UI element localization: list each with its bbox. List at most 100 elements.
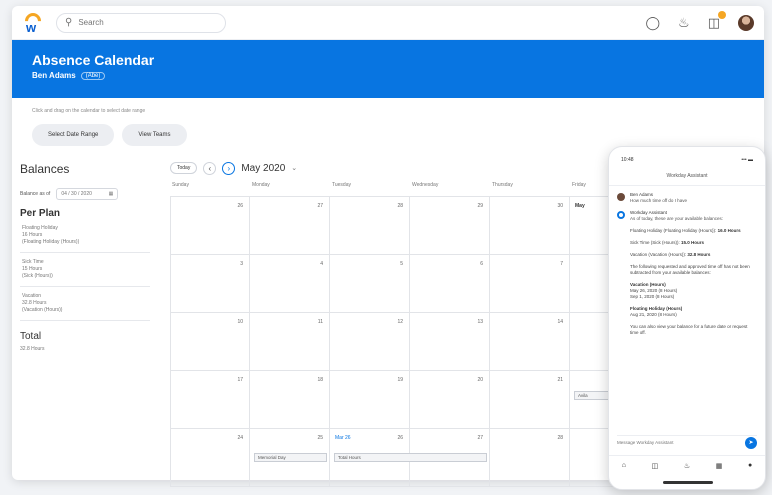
day-number: 14 (557, 319, 563, 325)
day-number: 26 (237, 203, 243, 209)
day-cell[interactable]: 14 (490, 313, 570, 371)
page-title: Absence Calendar (32, 52, 155, 68)
signal-icon: ••• ▬ (741, 157, 753, 163)
balance-line-text: Vacation (Vacation (Hours)): (630, 252, 687, 257)
bell-icon[interactable]: ♨ (684, 462, 690, 470)
plan-sick: Sick Time 15 Hours (Sick (Hours)) (20, 253, 150, 287)
balance-date-value: 04 / 30 / 2020 (61, 191, 92, 197)
bell-icon[interactable]: ♨ (678, 15, 690, 31)
home-icon[interactable]: ⌂ (622, 462, 626, 469)
day-number: 4 (320, 261, 323, 267)
closing-text: You can also view your balance for a fut… (630, 324, 748, 335)
day-cell[interactable]: 24 (170, 429, 250, 487)
search-icon: ⚲ (65, 17, 73, 28)
day-cell[interactable]: 26 (170, 197, 250, 255)
day-number: 7 (560, 261, 563, 267)
month-label: May 2020 (241, 162, 286, 174)
chevron-down-icon[interactable]: ⌄ (291, 164, 297, 172)
plan-floating: Floating Holiday 16 Hours (Floating Holi… (20, 219, 150, 253)
day-cell[interactable]: 6 (410, 255, 490, 313)
plan-type: (Vacation (Hours)) (22, 307, 63, 313)
balances-panel: Balances Balance as of 04 / 30 / 2020 ▦ … (20, 162, 150, 352)
message-text: As of today, these are your available ba… (630, 216, 723, 221)
day-cell[interactable]: 19 (330, 371, 410, 429)
day-cell[interactable]: 11 (250, 313, 330, 371)
day-number: 27 (317, 203, 323, 209)
day-number: 10 (237, 319, 243, 325)
send-icon[interactable]: ➤ (745, 436, 757, 449)
request-title: Floating Holiday (Hours) (630, 306, 683, 311)
day-cell[interactable]: 28 (330, 197, 410, 255)
day-cell[interactable]: 27 (410, 429, 490, 487)
dow-label: Wednesday (412, 182, 439, 188)
phone-status-bar: 10:48 ••• ▬ (609, 153, 765, 167)
message-input[interactable] (617, 440, 745, 445)
days-of-week: Sunday Monday Tuesday Wednesday Thursday… (170, 182, 610, 196)
apps-icon[interactable]: ▦ (716, 462, 723, 470)
balance-line-text: Sick Time (Sick (Hours)): (630, 240, 680, 245)
next-month-icon[interactable]: › (222, 161, 236, 175)
dow-label: Thursday (492, 182, 513, 188)
day-number: 12 (397, 319, 403, 325)
worker-name[interactable]: Ben Adams (32, 71, 76, 80)
day-number: May (575, 203, 585, 209)
day-cell[interactable]: 20 (410, 371, 490, 429)
message-input-bar: ➤ (617, 435, 757, 449)
day-number: 13 (477, 319, 483, 325)
notification-badge (718, 10, 726, 19)
day-cell[interactable]: 7 (490, 255, 570, 313)
day-cell[interactable]: 30 (490, 197, 570, 255)
day-cell[interactable]: 27 (250, 197, 330, 255)
user-message: Ben Adams How much time off do I have (609, 186, 765, 204)
request-group: Floating Holiday (Hours) Aug 21, 2020 (8… (609, 300, 765, 318)
logo-icon[interactable]: w (21, 9, 45, 35)
day-cell[interactable]: 4 (250, 255, 330, 313)
memorial-day-event[interactable]: Memorial Day (254, 453, 327, 462)
day-number: 27 (477, 435, 483, 441)
chat-icon[interactable]: ◯ (645, 15, 660, 31)
bot-message: Workday Assistant As of today, these are… (609, 204, 765, 222)
day-cell[interactable]: 12 (330, 313, 410, 371)
day-cell[interactable]: Mar 26 26 Total Hours (330, 429, 487, 487)
avatar[interactable] (738, 14, 754, 31)
day-cell[interactable]: 3 (170, 255, 250, 313)
calendar-icon[interactable]: ▦ (109, 191, 114, 197)
mobile-assistant-phone: 10:48 ••• ▬ Workday Assistant Ben Adams … (608, 146, 766, 490)
day-cell[interactable]: 13 (410, 313, 490, 371)
day-number: 5 (400, 261, 403, 267)
phone-bottom-nav: ⌂ ◫ ♨ ▦ ● (609, 455, 765, 475)
search-box[interactable]: ⚲ (56, 12, 226, 33)
prev-month-icon[interactable]: ‹ (203, 161, 217, 175)
plan-type: (Sick (Hours)) (22, 273, 53, 279)
day-number: 25 (317, 435, 323, 441)
day-number: 11 (317, 319, 323, 325)
balance-as-of-label: Balance as of (20, 191, 51, 197)
inbox-icon[interactable]: ◫ (652, 462, 659, 470)
search-input[interactable] (78, 18, 209, 27)
select-date-range-button[interactable]: Select Date Range (32, 124, 115, 146)
day-cell[interactable]: 21 (490, 371, 570, 429)
day-number: 24 (237, 435, 243, 441)
dow-label: Monday (252, 182, 270, 188)
day-cell[interactable]: 28 (490, 429, 570, 487)
view-teams-button[interactable]: View Teams (122, 124, 187, 146)
page-banner: Absence Calendar Ben Adams (Abe) (12, 40, 764, 98)
plan-type: (Floating Holiday (Hours)) (22, 239, 80, 245)
day-number: 18 (317, 377, 323, 383)
day-cell[interactable]: 18 (250, 371, 330, 429)
day-cell[interactable]: 10 (170, 313, 250, 371)
day-event-label: Mar 26 (335, 435, 351, 441)
day-cell[interactable]: 29 (410, 197, 490, 255)
request-title: Vacation (Hours) (630, 282, 666, 287)
day-number: 19 (397, 377, 403, 383)
home-indicator (663, 481, 713, 484)
plan-name: Floating Holiday (22, 225, 58, 231)
chat-icon[interactable]: ● (748, 462, 752, 469)
plan-hours: 32.8 Hours (22, 300, 47, 306)
today-button[interactable]: Today (170, 162, 198, 174)
balance-date-field[interactable]: 04 / 30 / 2020 ▦ (56, 188, 119, 200)
inbox-icon[interactable]: ◫ (708, 10, 726, 31)
day-cell[interactable]: 25 Memorial Day (250, 429, 330, 487)
day-cell[interactable]: 5 (330, 255, 410, 313)
day-cell[interactable]: 17 (170, 371, 250, 429)
